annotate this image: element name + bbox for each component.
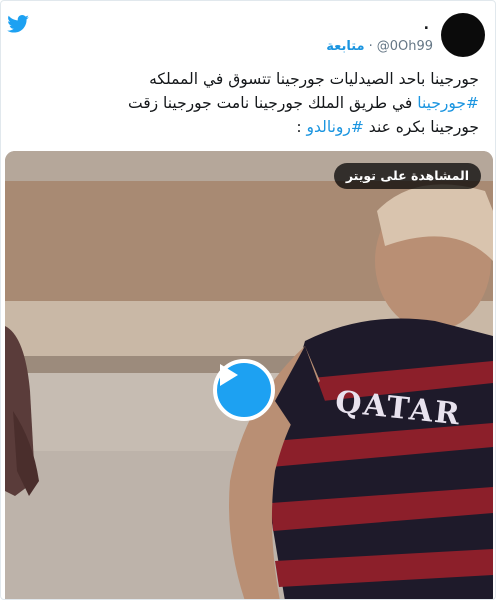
author-row: @0Oh99 · متابعة [326, 37, 433, 55]
twitter-bird-icon[interactable] [7, 15, 29, 33]
follow-button[interactable]: متابعة [326, 39, 364, 54]
play-button[interactable] [213, 359, 275, 421]
video-media[interactable]: QATAR المشاهدة على تويتر [5, 151, 493, 599]
play-icon [220, 364, 238, 386]
hashtag-link-georgina[interactable]: #جورجينا [417, 94, 479, 112]
tweet-card: . @0Oh99 · متابعة جورجينا باحد الصيدليات… [0, 0, 496, 600]
avatar[interactable] [441, 13, 485, 57]
display-name[interactable]: . [424, 17, 429, 33]
tweet-line-3-end: : [296, 118, 307, 136]
tweet-text: جورجينا باحد الصيدليات جورجينا تتسوق في … [15, 67, 479, 139]
watch-on-twitter-badge[interactable]: المشاهدة على تويتر [333, 163, 481, 189]
hashtag-link-ronaldo[interactable]: #رونالدو [307, 118, 364, 136]
tweet-line-3: جورجينا بكره عند #رونالدو : [15, 115, 479, 139]
separator-dot: · [368, 38, 373, 54]
tweet-line-2: #جورجينا في طريق الملك جورجينا نامت جورج… [15, 91, 479, 115]
tweet-line-2-text: في طريق الملك جورجينا نامت جورجينا زقت [127, 94, 418, 112]
tweet-line-3-text: جورجينا بكره عند [363, 118, 479, 136]
tweet-line-1: جورجينا باحد الصيدليات جورجينا تتسوق في … [149, 70, 479, 88]
user-handle[interactable]: @0Oh99 [377, 39, 433, 54]
